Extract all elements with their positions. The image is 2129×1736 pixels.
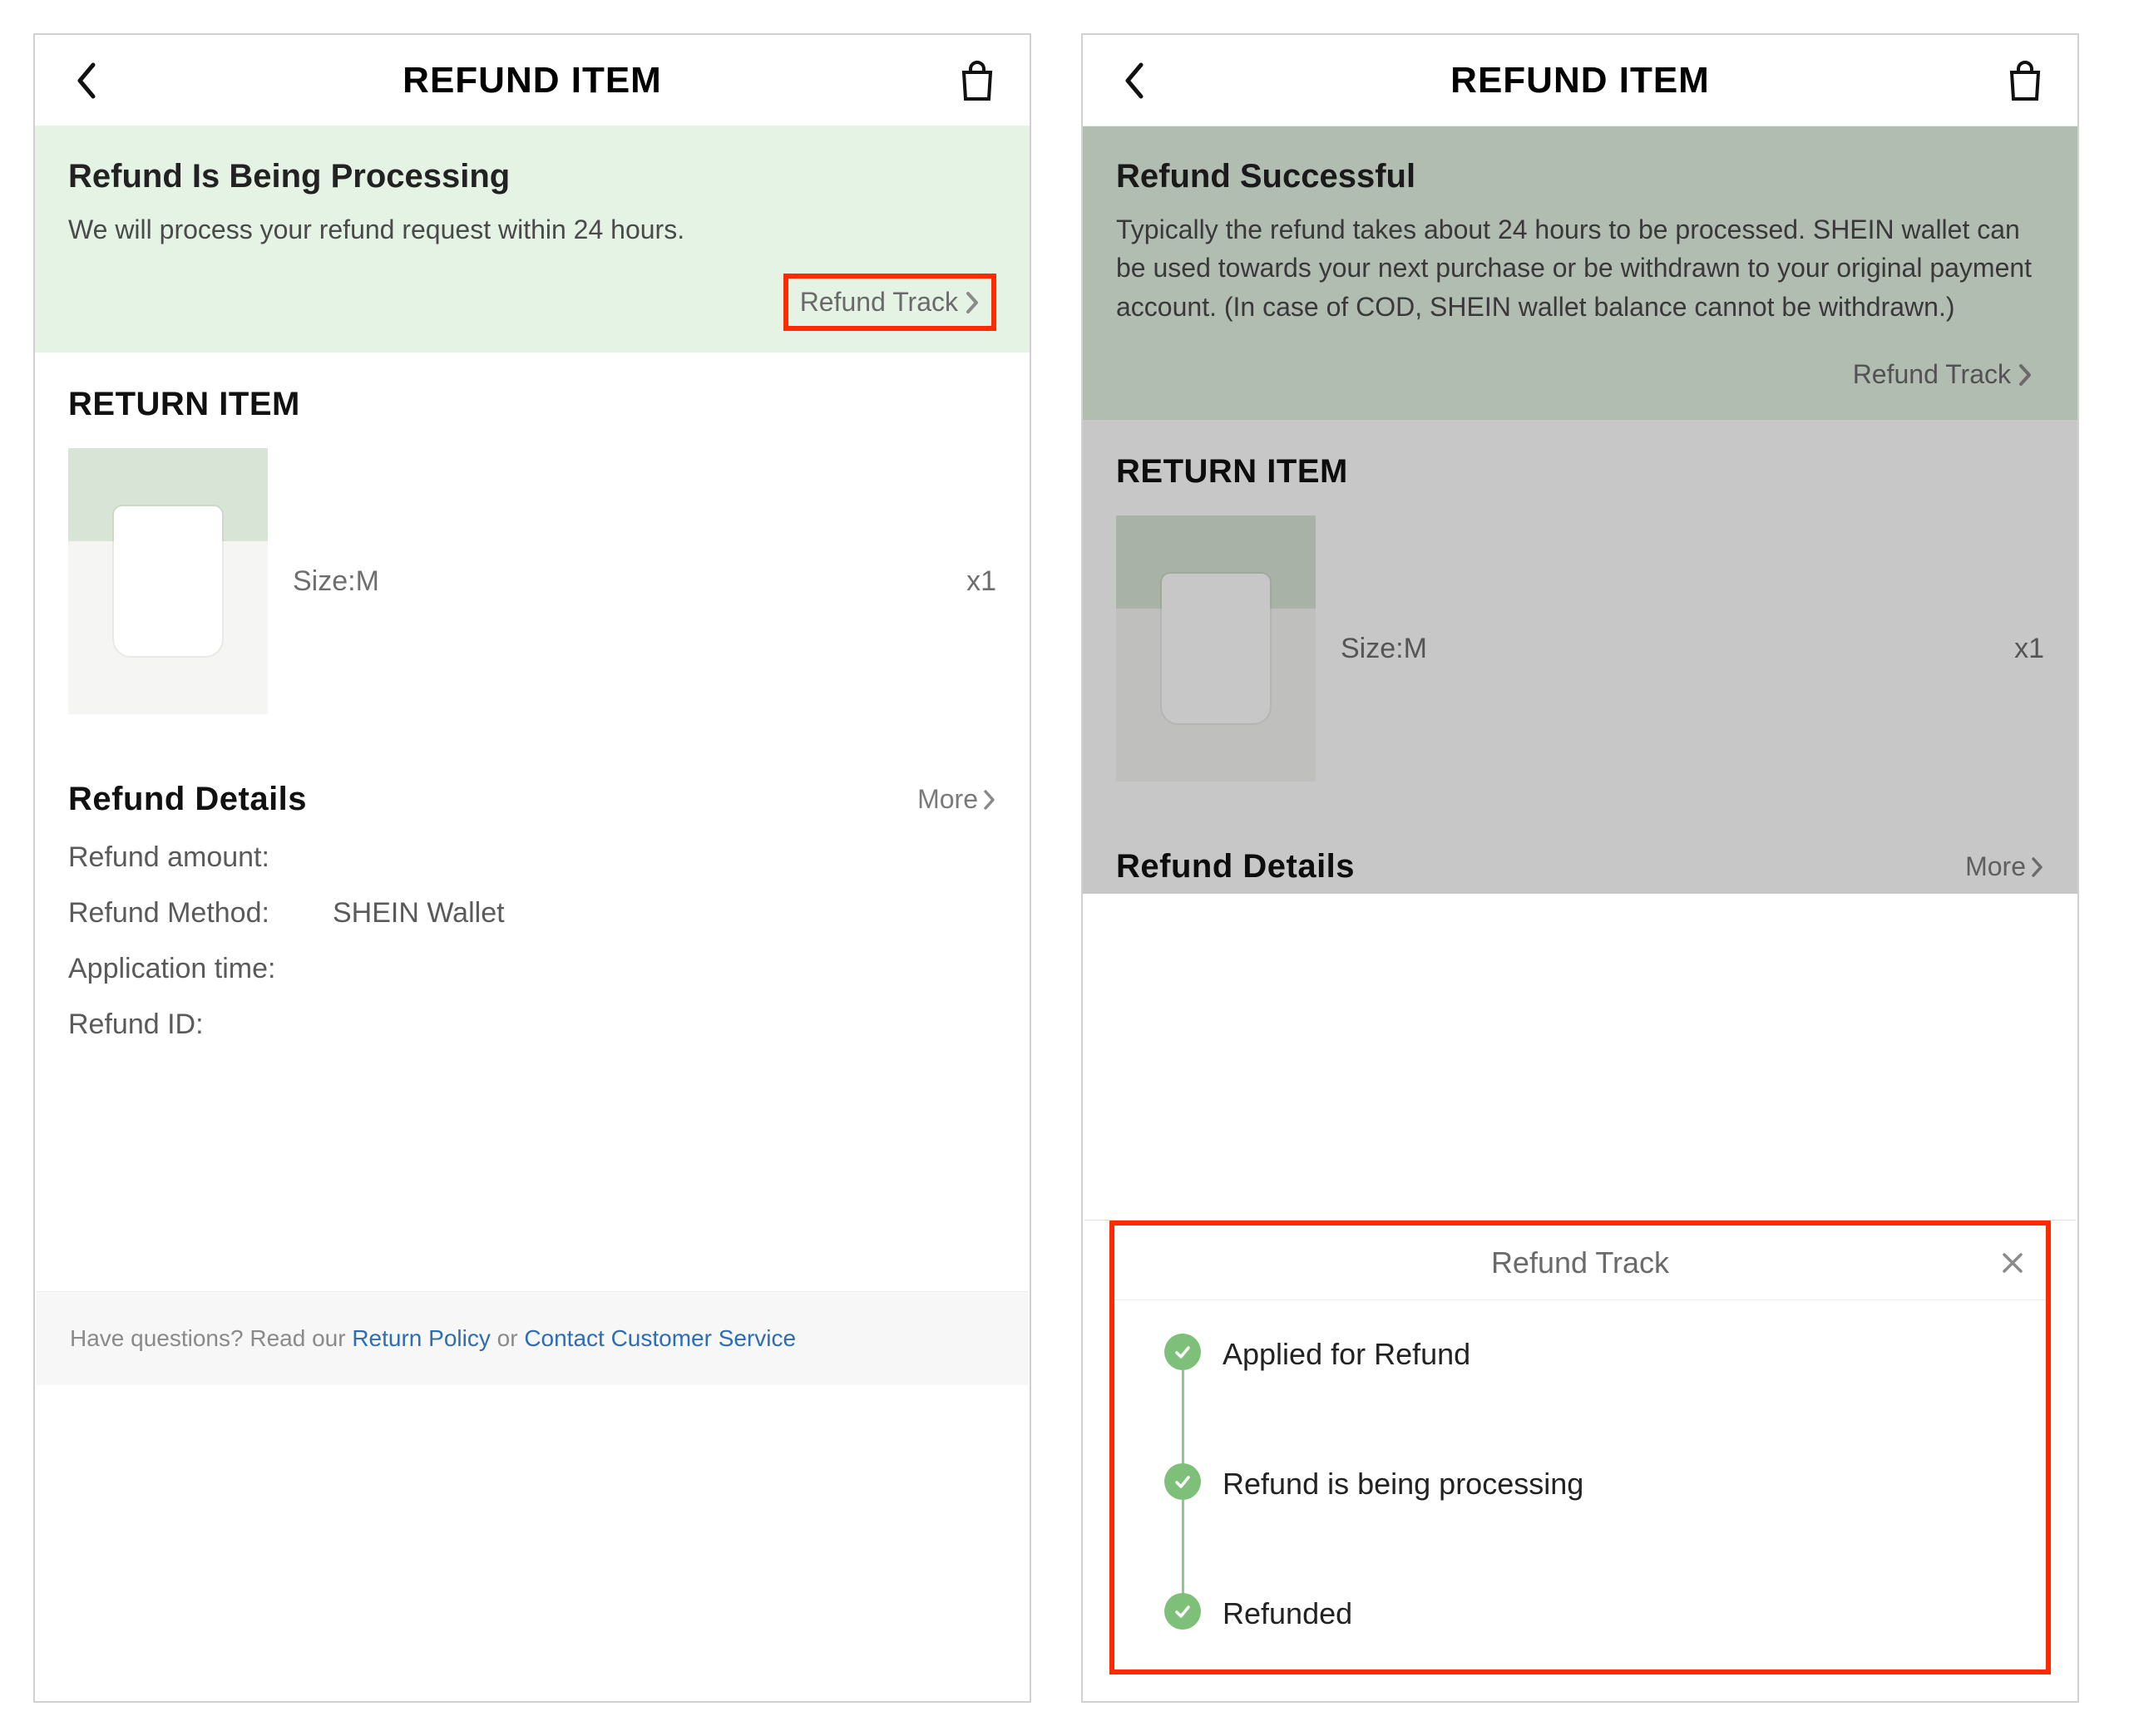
return-policy-link[interactable]: Return Policy	[352, 1325, 491, 1351]
banner-desc: Typically the refund takes about 24 hour…	[1116, 210, 2044, 326]
page-title: REFUND ITEM	[403, 60, 662, 101]
right-status-banner: Refund Successful Typically the refund t…	[1083, 126, 2077, 420]
details-heading: Refund Details	[1116, 848, 1355, 885]
return-heading: RETURN ITEM	[1116, 453, 2044, 491]
track-list: Applied for Refund Refund is being proce…	[1114, 1300, 2046, 1640]
kv-id: Refund ID:	[68, 1009, 996, 1041]
track-step-label: Applied for Refund	[1223, 1334, 1470, 1372]
banner-desc: We will process your refund request with…	[68, 210, 996, 249]
method-key: Refund Method:	[68, 897, 318, 930]
banner-link-row: Refund Track	[1116, 351, 2044, 398]
right-header: REFUND ITEM	[1083, 35, 2077, 126]
sheet-title: Refund Track	[1491, 1245, 1669, 1280]
left-return-section: RETURN ITEM Size:M x1	[35, 353, 1030, 747]
more-label: More	[1965, 851, 2026, 882]
sheet-close-button[interactable]	[1996, 1246, 2029, 1280]
contact-service-link[interactable]: Contact Customer Service	[524, 1325, 796, 1351]
track-line	[1182, 1370, 1184, 1472]
refund-track-link-label: Refund Track	[800, 287, 958, 318]
chevron-left-icon	[1123, 62, 1148, 100]
id-key: Refund ID:	[68, 1009, 318, 1041]
refund-track-link[interactable]: Refund Track	[1841, 351, 2044, 398]
bag-button[interactable]	[958, 62, 996, 100]
chevron-left-icon	[75, 62, 100, 100]
track-line	[1182, 1500, 1184, 1601]
more-label: More	[917, 784, 978, 815]
left-status-banner: Refund Is Being Processing We will proce…	[35, 126, 1030, 353]
track-step-label: Refunded	[1223, 1593, 1352, 1631]
chevron-right-icon	[965, 290, 980, 315]
item-size: Size:M	[1341, 633, 1427, 665]
help-prefix: Have questions? Read our	[70, 1325, 352, 1351]
method-value: SHEIN Wallet	[333, 897, 505, 930]
track-step-applied: Applied for Refund	[1164, 1334, 2021, 1463]
return-heading: RETURN ITEM	[68, 386, 996, 423]
back-button[interactable]	[1116, 62, 1154, 100]
item-size: Size:M	[293, 565, 379, 598]
return-item-row: Size:M x1	[1116, 515, 2044, 782]
return-item-row: Size:M x1	[68, 448, 996, 714]
details-more-link[interactable]: More	[917, 784, 996, 815]
kv-method: Refund Method: SHEIN Wallet	[68, 897, 996, 930]
right-details-section: Refund Details More	[1083, 815, 2077, 894]
check-dot-icon	[1164, 1593, 1201, 1630]
track-step-label: Refund is being processing	[1223, 1463, 1583, 1502]
item-qty: x1	[2014, 633, 2044, 665]
refund-track-link[interactable]: Refund Track	[783, 274, 996, 331]
banner-title: Refund Is Being Processing	[68, 158, 996, 195]
kv-amount: Refund amount:	[68, 841, 996, 874]
left-details-section: Refund Details More Refund amount: Refun…	[35, 747, 1030, 1074]
sheet-header: Refund Track	[1114, 1226, 2046, 1300]
chevron-right-icon	[2018, 362, 2033, 387]
help-middle: or	[497, 1325, 525, 1351]
phone-left: REFUND ITEM Refund Is Being Processing W…	[33, 33, 1031, 1703]
track-step-refunded: Refunded	[1164, 1593, 2021, 1631]
back-button[interactable]	[68, 62, 106, 100]
bag-icon	[959, 61, 995, 101]
page-title: REFUND ITEM	[1450, 60, 1710, 101]
chevron-right-icon	[2031, 856, 2044, 878]
track-step-processing: Refund is being processing	[1164, 1463, 2021, 1593]
kv-time: Application time:	[68, 953, 996, 985]
time-key: Application time:	[68, 953, 318, 985]
phone-right: REFUND ITEM Refund Successful Typically …	[1081, 33, 2079, 1703]
chevron-right-icon	[983, 789, 996, 811]
details-heading: Refund Details	[68, 781, 307, 818]
details-more-link[interactable]: More	[1965, 851, 2044, 882]
product-thumbnail[interactable]	[1116, 515, 1316, 782]
help-footer: Have questions? Read our Return Policy o…	[37, 1291, 1028, 1385]
refund-track-sheet: Refund Track Applied for Refund	[1084, 1220, 2076, 1699]
details-head: Refund Details More	[68, 781, 996, 818]
details-head: Refund Details More	[1116, 848, 2044, 885]
sheet-highlight-outline: Refund Track Applied for Refund	[1109, 1221, 2051, 1674]
close-icon	[2001, 1251, 2024, 1275]
refund-track-link-label: Refund Track	[1853, 359, 2011, 390]
banner-link-row: Refund Track	[68, 274, 996, 331]
check-dot-icon	[1164, 1463, 1201, 1500]
right-dim-wrapper: Refund Successful Typically the refund t…	[1083, 126, 2077, 894]
amount-key: Refund amount:	[68, 841, 318, 874]
left-header: REFUND ITEM	[35, 35, 1030, 126]
bag-button[interactable]	[2006, 62, 2044, 100]
right-return-section: RETURN ITEM Size:M x1	[1083, 420, 2077, 815]
bag-icon	[2007, 61, 2043, 101]
item-qty: x1	[966, 565, 996, 598]
product-thumbnail[interactable]	[68, 448, 268, 714]
check-dot-icon	[1164, 1334, 1201, 1370]
banner-title: Refund Successful	[1116, 158, 2044, 195]
